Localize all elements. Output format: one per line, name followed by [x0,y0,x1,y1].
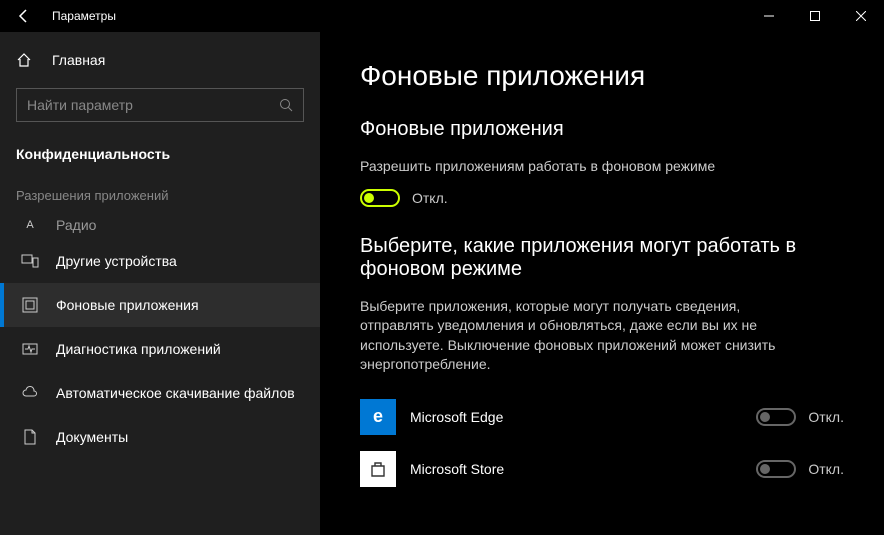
nav-list: A Радио Другие устройства Фоновые прилож… [0,211,320,459]
sidebar-item-diagnostics[interactable]: Диагностика приложений [0,327,320,371]
sidebar-item-label: Документы [56,429,128,445]
app-toggle-state: Откл. [808,409,844,425]
main-content: Фоновые приложения Фоновые приложения Ра… [320,32,884,535]
devices-icon [20,251,40,271]
documents-icon [20,427,40,447]
close-button[interactable] [838,0,884,32]
section-description: Выберите приложения, которые могут получ… [360,297,780,375]
app-name: Microsoft Edge [410,409,756,425]
sidebar-item-other-devices[interactable]: Другие устройства [0,239,320,283]
master-toggle-row: Откл. [360,189,844,207]
app-toggle[interactable] [756,460,796,478]
edge-icon: e [360,399,396,435]
master-toggle[interactable] [360,189,400,207]
app-list: e Microsoft Edge Откл. Microsoft Store О… [360,391,844,495]
app-row-store: Microsoft Store Откл. [360,443,844,495]
back-button[interactable] [0,9,48,23]
window-title: Параметры [52,9,116,23]
sidebar-item-radio[interactable]: A Радио [0,211,320,239]
sidebar-item-auto-download[interactable]: Автоматическое скачивание файлов [0,371,320,415]
search-box[interactable] [16,88,304,122]
home-icon [16,52,36,68]
minimize-button[interactable] [746,0,792,32]
sidebar-item-label: Радио [56,217,96,233]
section-heading: Фоновые приложения [360,118,844,141]
app-row-edge: e Microsoft Edge Откл. [360,391,844,443]
section-description: Разрешить приложениям работать в фоновом… [360,157,780,177]
maximize-button[interactable] [792,0,838,32]
search-input[interactable] [27,97,279,113]
background-apps-icon [20,295,40,315]
sidebar-item-label: Диагностика приложений [56,341,221,357]
app-name: Microsoft Store [410,461,756,477]
sidebar-item-background-apps[interactable]: Фоновые приложения [0,283,320,327]
sidebar-item-documents[interactable]: Документы [0,415,320,459]
diagnostics-icon [20,339,40,359]
sidebar: Главная Конфиденциальность Разрешения пр… [0,32,320,535]
sidebar-item-label: Автоматическое скачивание файлов [56,385,295,401]
radio-icon: A [20,215,40,235]
app-toggle[interactable] [756,408,796,426]
sidebar-item-label: Фоновые приложения [56,297,199,313]
master-toggle-state: Откл. [412,190,448,206]
section-title: Конфиденциальность [0,138,320,170]
store-icon [360,451,396,487]
cloud-icon [20,383,40,403]
sidebar-subhead: Разрешения приложений [0,170,320,211]
section-heading: Выберите, какие приложения могут работат… [360,235,820,281]
title-bar: Параметры [0,0,884,32]
page-title: Фоновые приложения [360,60,844,92]
home-label: Главная [52,52,105,68]
app-toggle-state: Откл. [808,461,844,477]
home-nav[interactable]: Главная [0,42,320,78]
sidebar-item-label: Другие устройства [56,253,177,269]
search-icon [279,98,293,112]
